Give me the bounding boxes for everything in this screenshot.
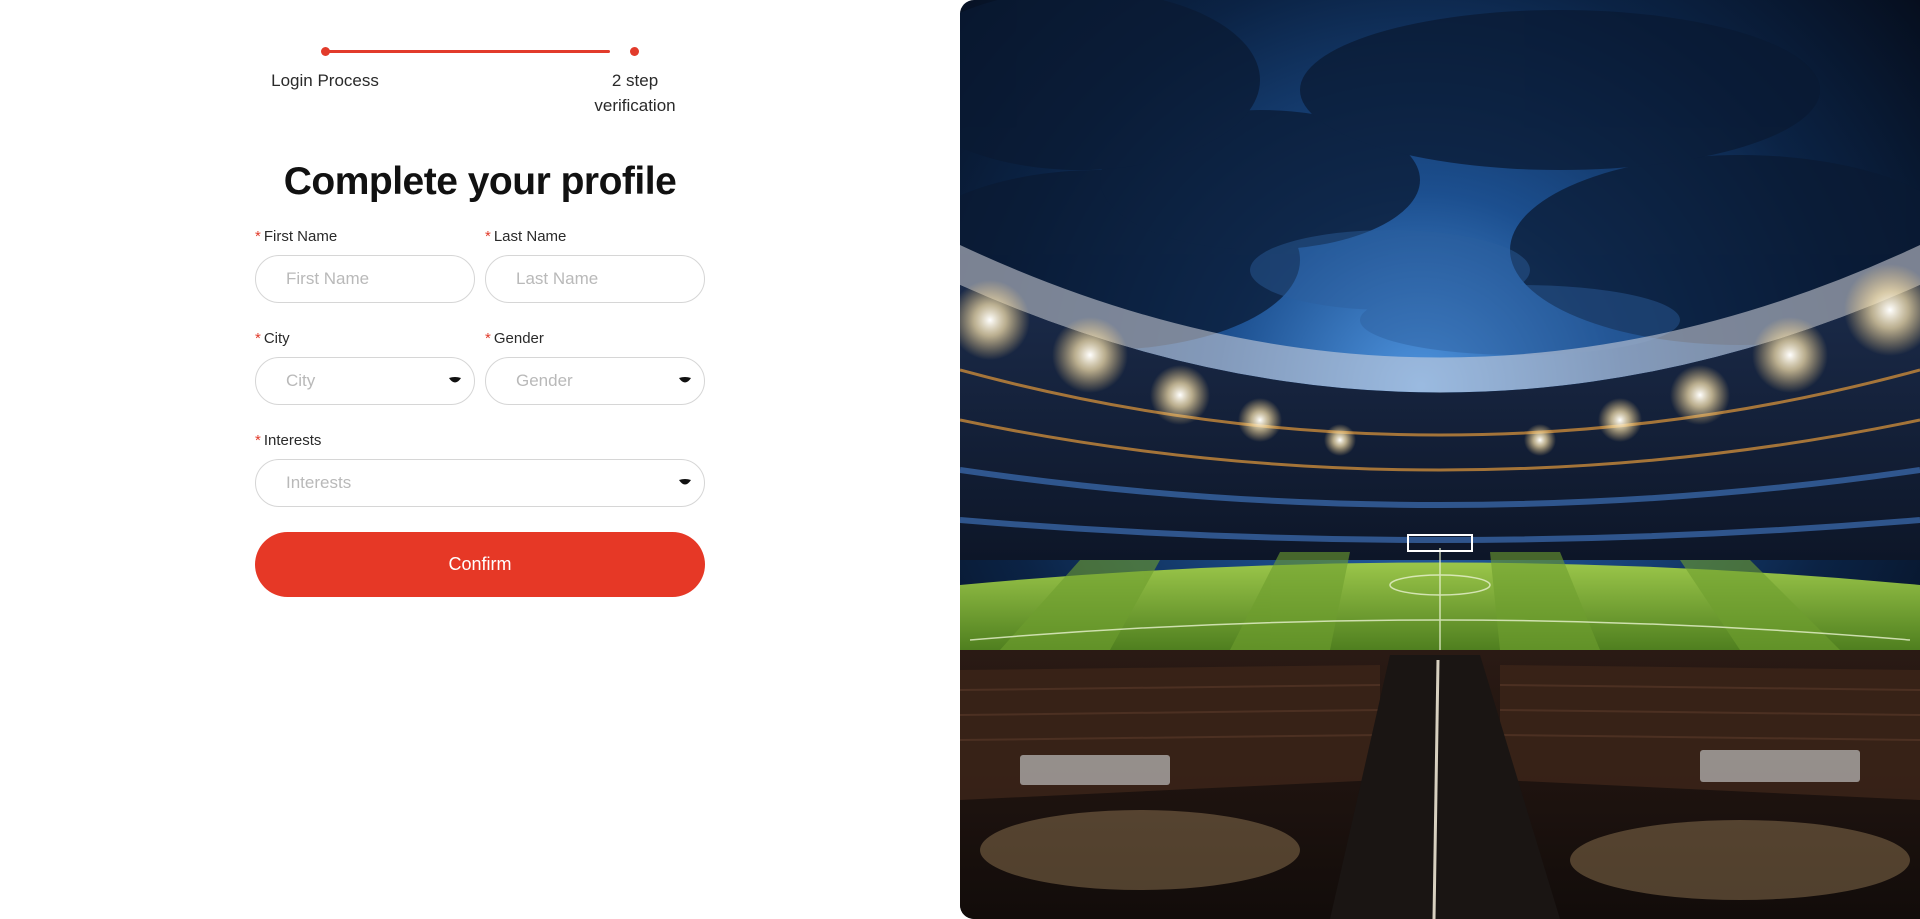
stadium-image: [960, 0, 1920, 919]
last-name-field: * Last Name: [485, 227, 705, 303]
first-name-control: [255, 255, 475, 303]
last-name-input[interactable]: [486, 256, 704, 302]
required-marker: *: [255, 432, 261, 449]
gender-select[interactable]: Gender: [485, 357, 705, 405]
caret-down-icon: [449, 377, 461, 383]
caret-down-icon: [679, 377, 691, 383]
gender-field: * Gender Gender: [485, 329, 705, 405]
interests-select-placeholder: Interests: [286, 473, 352, 492]
step-dot-verification: [630, 47, 639, 56]
city-select[interactable]: City: [255, 357, 475, 405]
confirm-button[interactable]: Confirm: [255, 532, 705, 597]
step-label-verification: 2 step verification: [594, 71, 676, 115]
first-name-input[interactable]: [256, 256, 474, 302]
gender-label: * Gender: [485, 329, 705, 349]
city-select-placeholder: City: [286, 371, 316, 390]
gender-select-placeholder: Gender: [516, 371, 573, 390]
interests-label-text: Interests: [263, 432, 322, 449]
caret-down-icon: [679, 479, 691, 485]
last-name-label: * Last Name: [485, 227, 705, 247]
first-name-label: * First Name: [255, 227, 475, 247]
first-name-field: * First Name: [255, 227, 475, 303]
progress-stepper: Login Process 2 step verification: [255, 44, 676, 124]
last-name-control: [485, 255, 705, 303]
stadium-illustration: [960, 0, 1920, 919]
interests-field: * Interests Interests: [255, 431, 705, 507]
profile-page: Login Process 2 step verification Comple…: [0, 0, 1920, 919]
required-marker: *: [485, 228, 491, 245]
required-marker: *: [255, 330, 261, 347]
step-label-login: Login Process: [271, 71, 379, 90]
city-field: * City City: [255, 329, 475, 405]
required-marker: *: [485, 330, 491, 347]
page-title: Complete your profile: [283, 160, 677, 203]
city-label-text: City: [263, 330, 290, 347]
stepper-progress-line: [324, 50, 610, 53]
step-dot-login: [321, 47, 330, 56]
first-name-label-text: First Name: [263, 228, 338, 245]
gender-label-text: Gender: [493, 330, 544, 347]
city-label: * City: [255, 329, 475, 349]
last-name-label-text: Last Name: [493, 228, 567, 245]
interests-label: * Interests: [255, 431, 705, 451]
interests-select[interactable]: Interests: [255, 459, 705, 507]
required-marker: *: [255, 228, 261, 245]
